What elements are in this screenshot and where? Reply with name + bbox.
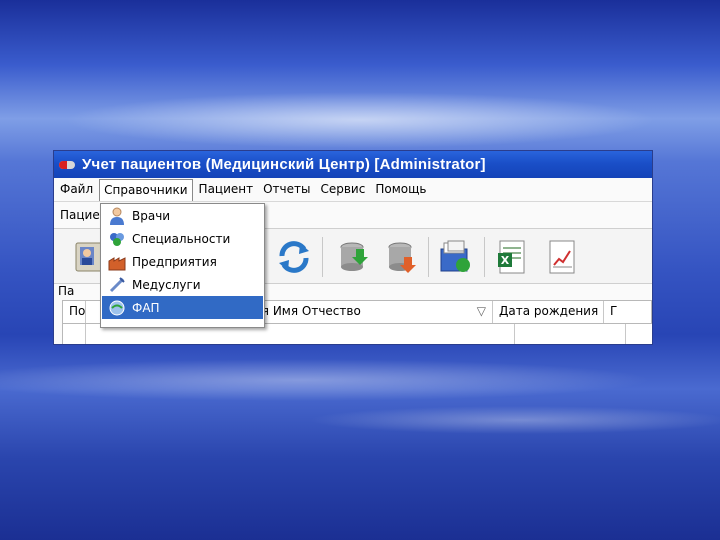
menu-item-doctors[interactable]: Врачи: [102, 204, 263, 227]
menu-item-label: Медуслуги: [132, 277, 201, 292]
directories-dropdown-menu: Врачи Специальности Предприятия Медуслуг…: [100, 203, 265, 328]
archive-icon[interactable]: [438, 239, 474, 275]
menu-file[interactable]: Файл: [56, 179, 97, 200]
menu-help[interactable]: Помощь: [371, 179, 430, 200]
excel-export-icon[interactable]: X: [494, 239, 530, 275]
filter-icon[interactable]: ▽: [477, 301, 486, 322]
refresh-icon[interactable]: [276, 239, 312, 275]
menu-item-label: ФАП: [132, 300, 160, 315]
doctor-icon: [110, 207, 124, 225]
group-label: Па: [58, 284, 75, 298]
menu-item-med-services[interactable]: Медуслуги: [102, 273, 263, 296]
enterprise-icon: [108, 256, 126, 270]
menu-item-enterprises[interactable]: Предприятия: [102, 250, 263, 273]
menu-service[interactable]: Сервис: [316, 179, 369, 200]
pill-icon: [59, 160, 75, 169]
menu-patient[interactable]: Пациент: [195, 179, 258, 200]
menu-item-label: Врачи: [132, 208, 171, 223]
specialty-icon: [110, 232, 124, 246]
menu-item-specialties[interactable]: Специальности: [102, 227, 263, 250]
window-title: Учет пациентов (Медицинский Центр) [Admi…: [82, 156, 486, 173]
menu-directories[interactable]: Справочники: [99, 178, 193, 201]
database-export-icon[interactable]: [384, 239, 420, 275]
toolbar-separator: [484, 237, 485, 277]
column-header-birthdate[interactable]: Дата рождения: [493, 301, 604, 323]
database-import-icon[interactable]: [336, 239, 372, 275]
fap-icon: [109, 300, 125, 315]
menu-item-fap[interactable]: ФАП: [102, 296, 263, 319]
menu-item-label: Предприятия: [132, 254, 217, 269]
menu-item-label: Специальности: [132, 231, 231, 246]
title-bar[interactable]: Учет пациентов (Медицинский Центр) [Admi…: [54, 151, 652, 178]
med-service-icon: [109, 276, 125, 292]
menu-reports[interactable]: Отчеты: [259, 179, 314, 200]
chart-report-icon[interactable]: [544, 239, 580, 275]
svg-text:X: X: [501, 254, 510, 267]
toolbar-separator: [322, 237, 323, 277]
column-header-gender[interactable]: Г: [604, 301, 630, 323]
tab-patients[interactable]: Пацие: [60, 208, 100, 222]
column-header-id[interactable]: По: [63, 301, 86, 323]
menu-bar: Файл Справочники Пациент Отчеты Сервис П…: [54, 178, 652, 202]
toolbar-separator: [428, 237, 429, 277]
